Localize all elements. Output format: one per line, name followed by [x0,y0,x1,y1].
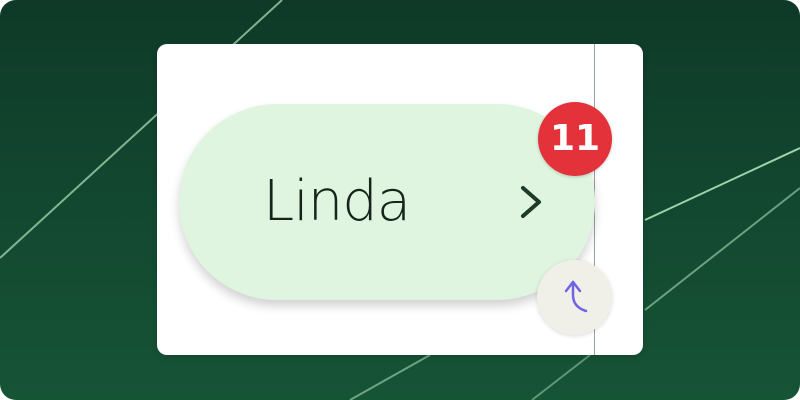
up-arrow-icon [564,280,588,313]
background-line [644,187,800,311]
contact-name: Linda [263,169,411,234]
app-frame: Linda 11 [0,0,800,400]
contact-pill-button[interactable]: Linda [179,104,595,300]
background-line [644,147,800,221]
background-line [349,354,431,400]
background-line [531,354,591,400]
scroll-up-button[interactable] [537,260,612,335]
unread-count-badge: 11 [538,102,612,176]
contact-card: Linda 11 [157,44,643,355]
chevron-right-icon [521,186,541,218]
